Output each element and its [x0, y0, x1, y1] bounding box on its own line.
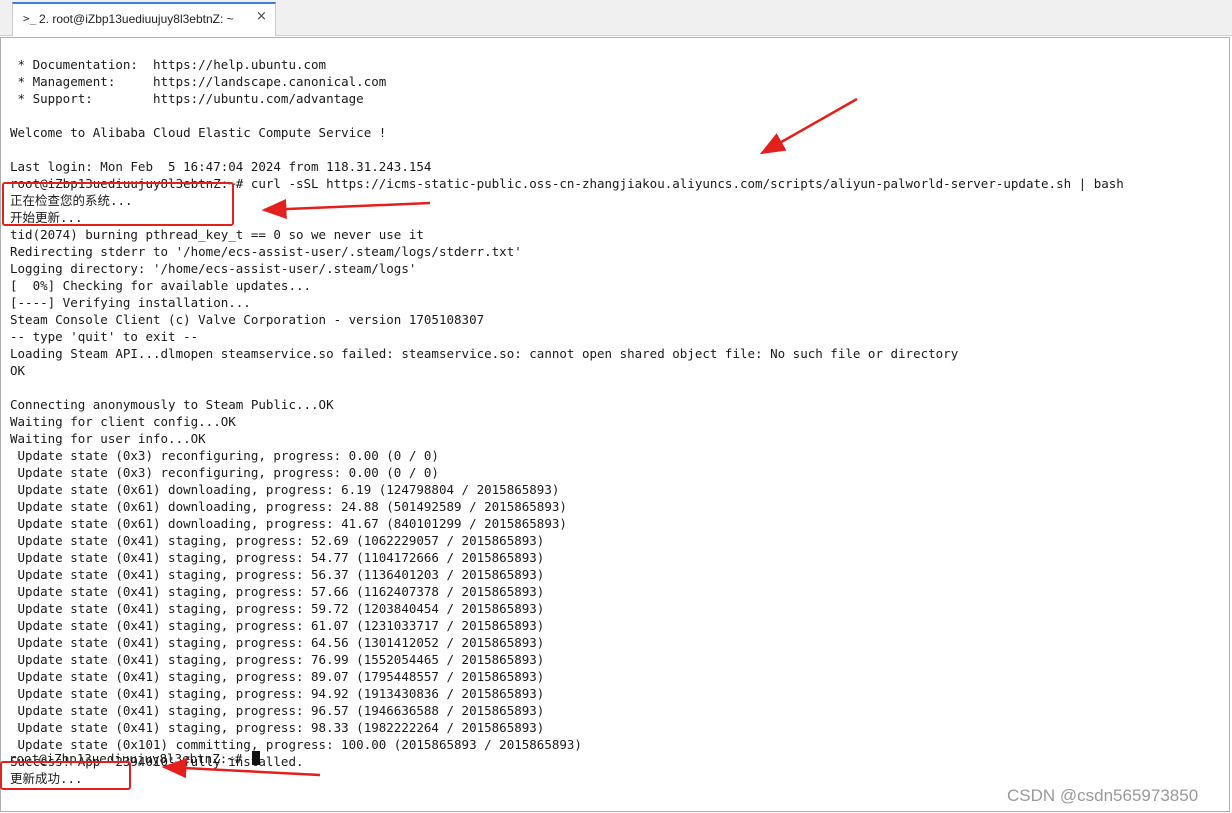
- tab-bar: >_ 2. root@iZbp13uediuujuy8l3ebtnZ: ~ ×: [0, 0, 1232, 36]
- terminal-line: * Documentation: https://help.ubuntu.com: [10, 57, 327, 72]
- terminal-line: [ 0%] Checking for available updates...: [10, 278, 312, 293]
- terminal-cursor: [251, 751, 260, 765]
- terminal-line: Waiting for user info...OK: [10, 431, 206, 446]
- terminal-line: tid(2074) burning pthread_key_t == 0 so …: [10, 227, 424, 242]
- terminal-line: Connecting anonymously to Steam Public..…: [10, 397, 334, 412]
- annotation-box-success: [0, 761, 131, 790]
- terminal-line: -- type 'quit' to exit --: [10, 329, 199, 344]
- tab-terminal-session[interactable]: >_ 2. root@iZbp13uediuujuy8l3ebtnZ: ~ ×: [12, 2, 276, 36]
- terminal-line: * Support: https://ubuntu.com/advantage: [10, 91, 364, 106]
- terminal-lines: * Documentation: https://help.ubuntu.com…: [10, 56, 1124, 787]
- terminal-line: * Management: https://landscape.canonica…: [10, 74, 387, 89]
- terminal-line: 更新成功...: [10, 771, 83, 786]
- terminal-line: Update state (0x41) staging, progress: 9…: [10, 686, 545, 701]
- terminal-line: Waiting for client config...OK: [10, 414, 236, 429]
- tab-title: 2. root@iZbp13uediuujuy8l3ebtnZ: ~: [39, 12, 234, 26]
- terminal-line: Loading Steam API...dlmopen steamservice…: [10, 346, 959, 361]
- terminal-icon: >_: [23, 12, 37, 25]
- terminal-line: Update state (0x41) staging, progress: 6…: [10, 618, 545, 633]
- terminal-line: Redirecting stderr to '/home/ecs-assist-…: [10, 244, 522, 259]
- terminal-line: Last login: Mon Feb 5 16:47:04 2024 from…: [10, 159, 432, 174]
- terminal-line: Update state (0x61) downloading, progres…: [10, 516, 567, 531]
- terminal-line: Update state (0x3) reconfiguring, progre…: [10, 465, 439, 480]
- terminal-line: Update state (0x3) reconfiguring, progre…: [10, 448, 439, 463]
- terminal-line: Update state (0x41) staging, progress: 6…: [10, 635, 545, 650]
- terminal-line: Update state (0x41) staging, progress: 5…: [10, 567, 545, 582]
- terminal-line: Update state (0x41) staging, progress: 5…: [10, 550, 545, 565]
- terminal-line: Update state (0x41) staging, progress: 9…: [10, 703, 545, 718]
- terminal-line: OK: [10, 363, 26, 378]
- watermark: CSDN @csdn565973850: [1007, 786, 1199, 805]
- annotation-box-checking: [2, 182, 234, 226]
- terminal-line: Update state (0x61) downloading, progres…: [10, 499, 567, 514]
- terminal-line: Update state (0x61) downloading, progres…: [10, 482, 560, 497]
- terminal-line: Update state (0x41) staging, progress: 7…: [10, 652, 545, 667]
- terminal-line: Update state (0x41) staging, progress: 8…: [10, 669, 545, 684]
- terminal-line: Update state (0x41) staging, progress: 5…: [10, 601, 545, 616]
- terminal-line: [----] Verifying installation...: [10, 295, 251, 310]
- terminal-line: Logging directory: '/home/ecs-assist-use…: [10, 261, 417, 276]
- terminal-line: Welcome to Alibaba Cloud Elastic Compute…: [10, 125, 387, 140]
- terminal-line: Steam Console Client (c) Valve Corporati…: [10, 312, 485, 327]
- terminal-output[interactable]: * Documentation: https://help.ubuntu.com…: [0, 37, 1230, 812]
- terminal-line: Update state (0x41) staging, progress: 5…: [10, 584, 545, 599]
- close-icon[interactable]: ×: [256, 9, 267, 24]
- terminal-line: Update state (0x41) staging, progress: 5…: [10, 533, 545, 548]
- terminal-line: Update state (0x41) staging, progress: 9…: [10, 720, 545, 735]
